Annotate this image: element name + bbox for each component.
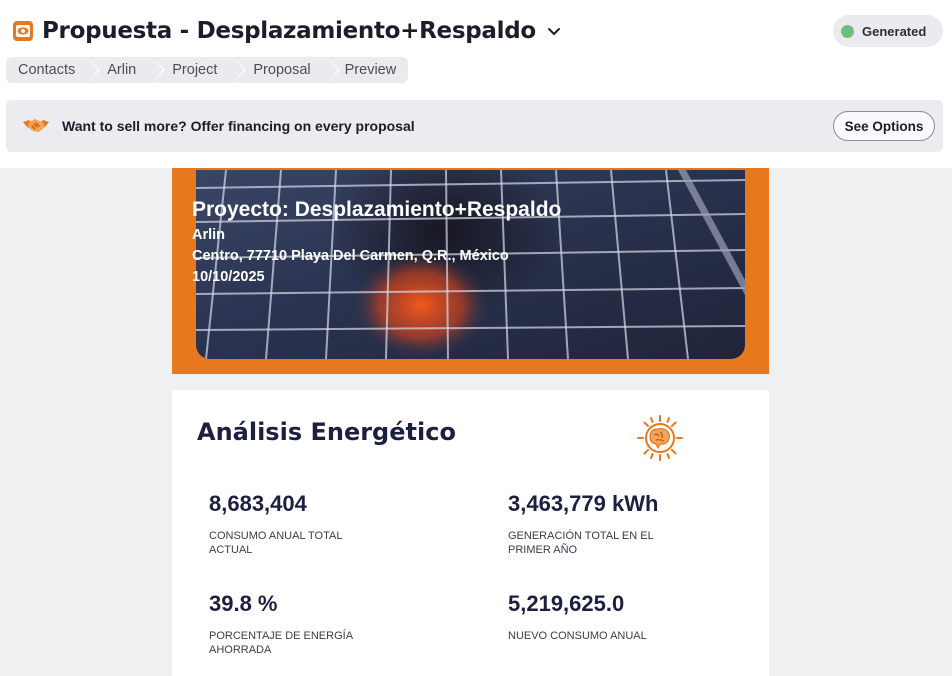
metric-value: 39.8 % [209,591,278,616]
top-bar: Propuesta - Desplazamiento+Respaldo Gene… [0,0,952,168]
handshake-icon [22,116,50,136]
eye-icon [12,20,34,42]
see-options-button[interactable]: See Options [833,111,935,141]
status-badge: Generated [833,15,943,47]
proposal-hero: Proyecto: Desplazamiento+Respaldo Arlin … [172,168,769,374]
financing-banner: Want to sell more? Offer financing on ev… [6,100,943,152]
breadcrumb-contacts[interactable]: Contacts [6,57,101,83]
metric-new-consumption: 5,219,625.0 Nuevo consumo anual [508,591,708,643]
metric-energy-saved: 39.8 % Porcentaje de energía ahorrada [209,591,379,657]
energy-analysis-card: Análisis Energético 8,683,404 CONSUMO AN… [172,390,769,676]
project-title: Proyecto: Desplazamiento+Respaldo [192,198,562,221]
hero-text: Proyecto: Desplazamiento+Respaldo Arlin … [192,198,561,290]
status-text: Generated [862,23,927,39]
sun-brain-icon [637,415,683,461]
breadcrumb: Contacts Arlin Project Proposal Preview [6,57,409,83]
client-name: Arlin [192,227,226,243]
metric-first-year-generation: 3,463,779 kWh Generación total en el pri… [508,491,708,557]
project-address: Centro, 77710 Playa Del Carmen, Q.R., Mé… [192,248,509,264]
financing-message: Want to sell more? Offer financing on ev… [62,118,415,134]
metric-annual-consumption: 8,683,404 Consumo anual total actual [209,491,379,557]
status-dot [841,24,854,38]
metric-value: 8,683,404 [209,491,307,516]
metric-label: Porcentaje de energía ahorrada [209,630,353,656]
metric-value: 5,219,625.0 [508,591,625,616]
metric-label: Consumo anual total actual [209,530,343,556]
proposal-date: 10/10/2025 [192,269,265,285]
page-title: Propuesta - Desplazamiento+Respaldo [42,18,536,44]
metric-label: Nuevo consumo anual [508,630,647,642]
title-row: Propuesta - Desplazamiento+Respaldo [12,14,564,48]
chevron-down-icon[interactable] [544,21,564,41]
proposal-preview: Proyecto: Desplazamiento+Respaldo Arlin … [172,168,769,676]
metric-label: Generación total en el primer año [508,530,654,556]
section-title: Análisis Energético [197,418,456,446]
metric-value: 3,463,779 kWh [508,491,659,516]
breadcrumb-proposal[interactable]: Proposal [233,57,340,83]
